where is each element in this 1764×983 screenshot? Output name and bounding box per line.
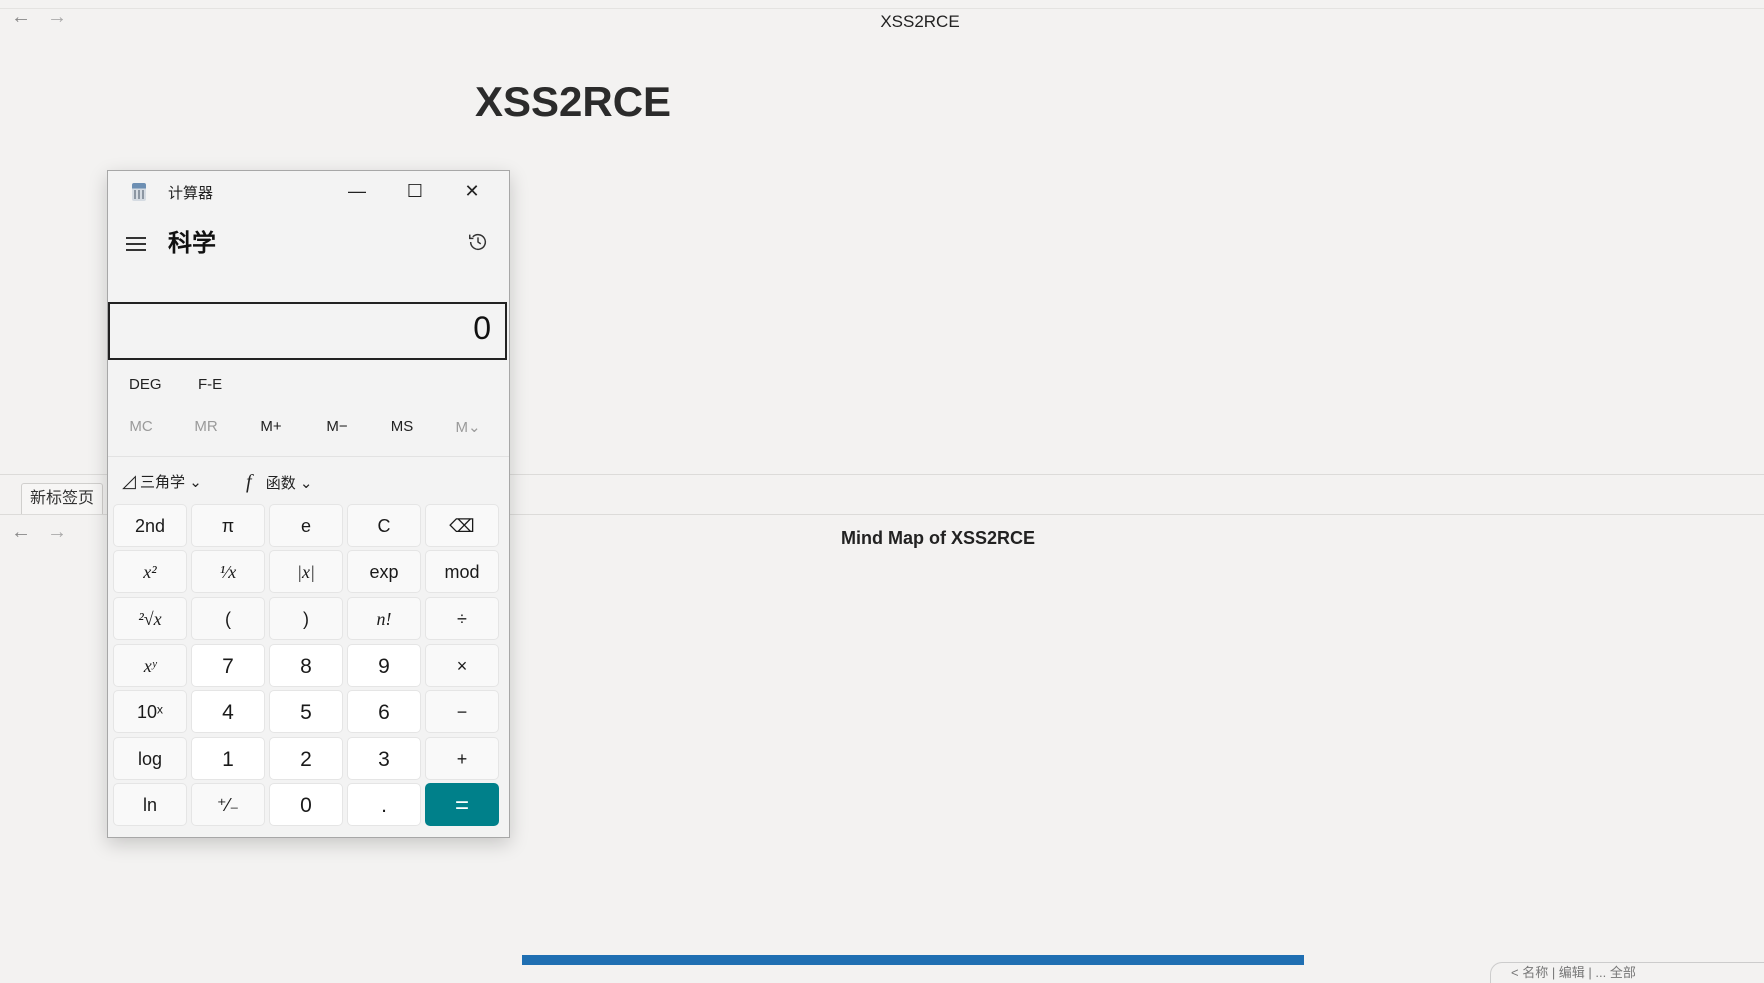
pi-key[interactable]: π <box>191 504 265 547</box>
square-key[interactable]: x² <box>113 550 187 593</box>
progress-bar <box>522 955 1304 965</box>
fe-button[interactable]: F-E <box>198 376 222 393</box>
trigonometry-menu[interactable]: ◿ 三角学 ⌄ <box>122 471 202 492</box>
chevron-down-icon: ⌄ <box>189 474 202 491</box>
hamburger-menu-icon[interactable] <box>126 233 146 255</box>
factorial-key[interactable]: n! <box>347 597 421 640</box>
log-key[interactable]: log <box>113 737 187 780</box>
triangle-icon: ◿ <box>122 471 136 491</box>
chevron-down-icon: ⌄ <box>299 475 313 492</box>
digit-2-key[interactable]: 2 <box>269 737 343 780</box>
digit-7-key[interactable]: 7 <box>191 644 265 687</box>
memory-button-m[interactable]: M⌄ <box>438 418 498 436</box>
mod-key[interactable]: mod <box>425 550 499 593</box>
reciprocal-key[interactable]: ¹⁄x <box>191 550 265 593</box>
subtract-key[interactable]: − <box>425 690 499 733</box>
history-icon[interactable] <box>467 231 489 253</box>
calculator-mode-title: 科学 <box>168 230 216 257</box>
function-icon: f <box>246 471 252 493</box>
digit-3-key[interactable]: 3 <box>347 737 421 780</box>
digit-5-key[interactable]: 5 <box>269 690 343 733</box>
e-key[interactable]: e <box>269 504 343 547</box>
memory-button-m+[interactable]: M+ <box>241 418 301 435</box>
multiply-key[interactable]: × <box>425 644 499 687</box>
memory-button-ms[interactable]: MS <box>372 418 432 435</box>
function-menu[interactable]: f 函数 ⌄ <box>246 471 313 494</box>
function-label: 函数 <box>265 475 296 492</box>
deg-button[interactable]: DEG <box>129 376 162 393</box>
ten-power-key[interactable]: 10ˣ <box>113 690 187 733</box>
square-root-key[interactable]: ²√x <box>113 597 187 640</box>
digit-1-key[interactable]: 1 <box>191 737 265 780</box>
add-key[interactable]: + <box>425 737 499 780</box>
close-paren-key[interactable]: ) <box>269 597 343 640</box>
display-value: 0 <box>473 310 491 346</box>
digit-0-key[interactable]: 0 <box>269 783 343 826</box>
calculator-display: 0 <box>108 302 507 360</box>
trigonometry-label: 三角学 <box>140 474 186 491</box>
clear-key[interactable]: C <box>347 504 421 547</box>
divide-key[interactable]: ÷ <box>425 597 499 640</box>
tab-new-tab[interactable]: 新标签页 <box>21 483 104 514</box>
digit-4-key[interactable]: 4 <box>191 690 265 733</box>
top-border <box>0 8 1764 9</box>
progress-fill <box>522 955 1304 965</box>
decimal-key[interactable]: . <box>347 783 421 826</box>
open-paren-key[interactable]: ( <box>191 597 265 640</box>
corner-toolbar[interactable]: < 名称 | 编辑 | ... 全部 <box>1490 962 1764 983</box>
minimize-button[interactable]: — <box>329 171 385 211</box>
calculator-window: 计算器 — ☐ ✕ 科学 0 DEG F-E MC MR M+ M− MS M⌄ ◿ 三角… <box>107 170 510 838</box>
close-button[interactable]: ✕ <box>444 171 500 211</box>
maximize-button[interactable]: ☐ <box>387 171 443 211</box>
backspace-key[interactable]: ⌫ <box>425 504 499 547</box>
digit-8-key[interactable]: 8 <box>269 644 343 687</box>
document-heading: XSS2RCE <box>475 78 672 125</box>
calculator-titlebar[interactable]: 计算器 — ☐ ✕ <box>108 171 509 211</box>
memory-button-mr[interactable]: MR <box>176 418 236 435</box>
memory-button-mc[interactable]: MC <box>111 418 171 435</box>
memory-separator <box>108 456 509 457</box>
ln-key[interactable]: ln <box>113 783 187 826</box>
second-function-key[interactable]: 2nd <box>113 504 187 547</box>
calculator-app-title: 计算器 <box>168 185 214 202</box>
digit-6-key[interactable]: 6 <box>347 690 421 733</box>
window-title: XSS2RCE <box>880 12 960 31</box>
power-key[interactable]: xʸ <box>113 644 187 687</box>
calculator-app-icon <box>132 183 146 201</box>
absolute-value-key[interactable]: |x| <box>269 550 343 593</box>
exp-key[interactable]: exp <box>347 550 421 593</box>
negate-key[interactable]: ⁺⁄₋ <box>191 783 265 826</box>
digit-9-key[interactable]: 9 <box>347 644 421 687</box>
memory-button-m[interactable]: M− <box>307 418 367 435</box>
equals-key[interactable]: = <box>425 783 499 826</box>
